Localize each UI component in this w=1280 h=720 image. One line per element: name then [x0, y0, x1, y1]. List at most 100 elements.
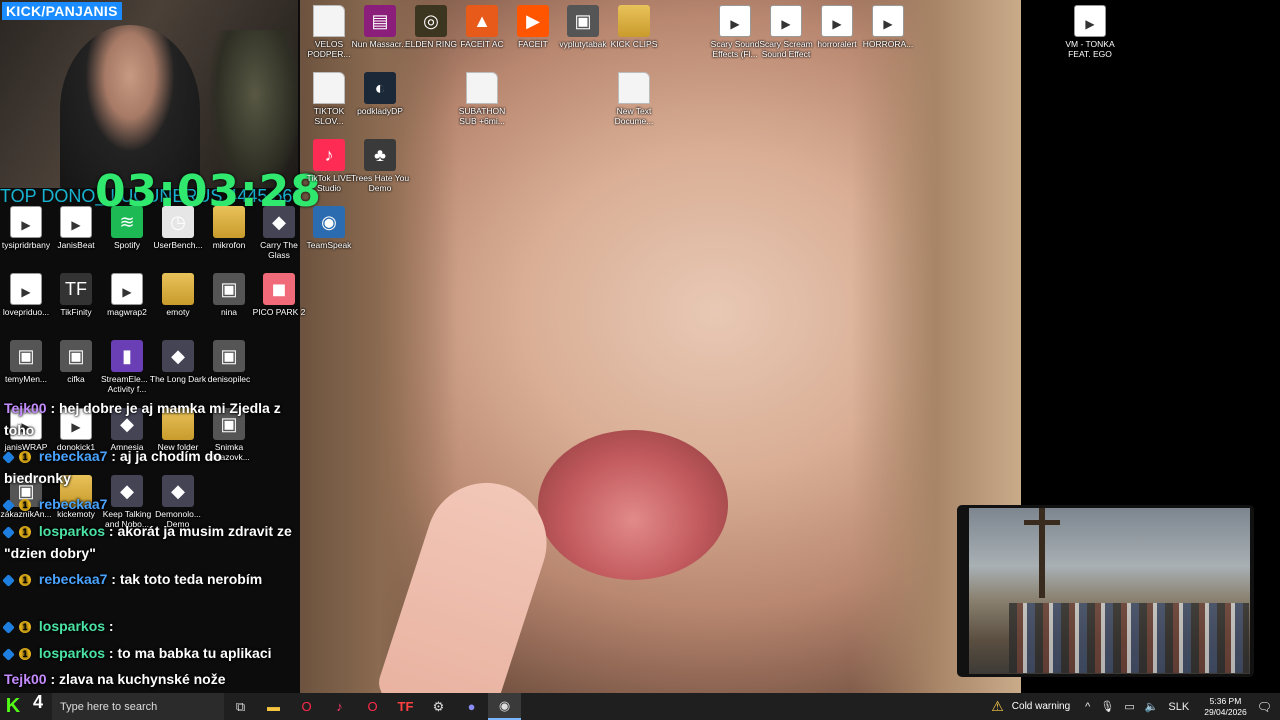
subscriber-badge-icon	[2, 450, 15, 464]
desktop-icon[interactable]: ▣ denisopilec	[199, 340, 259, 384]
image-icon: ▣	[567, 5, 599, 37]
file-explorer-icon[interactable]: ▬	[257, 693, 290, 720]
chat-text: :	[108, 618, 114, 634]
media-icon	[719, 5, 751, 37]
obs-icon[interactable]: ◉	[488, 693, 521, 720]
desktop-icon-label: VM - TONKA FEAT. EGO	[1065, 39, 1115, 59]
taskbar: K 4 Type here to search ⧉ ▬ O ♪ O TF ⚙ ●…	[0, 692, 1280, 720]
game-icon: ◆	[162, 475, 194, 507]
chat-username: losparkos	[38, 523, 106, 539]
webcam-streamer	[60, 25, 200, 188]
gift-badge-icon: 1	[19, 499, 31, 512]
gift-badge-icon: 1	[19, 648, 31, 661]
subscriber-badge-icon	[2, 573, 15, 587]
video-mouth	[538, 430, 728, 580]
folder-icon	[618, 5, 650, 37]
search-box[interactable]: Type here to search	[52, 693, 224, 720]
chevron-up-icon[interactable]: ^	[1085, 701, 1090, 713]
pip-group-of-people	[1009, 603, 1249, 673]
winrar-icon: ▤	[364, 5, 396, 37]
media-icon	[872, 5, 904, 37]
desktop-icon-label: New Text Docume...	[614, 106, 654, 126]
chat-message: 1 losparkos : to ma babka tu aplikaci	[2, 645, 272, 661]
pico-park-icon: ◼	[263, 273, 295, 305]
clock[interactable]: 5:36 PM 29/04/2026	[1204, 696, 1247, 718]
chat-text: : aj ja chodím do	[111, 448, 222, 464]
opera-icon[interactable]: O	[356, 693, 389, 720]
desktop-icon[interactable]: New Text Docume...	[604, 72, 664, 126]
desktop-icon[interactable]: ◉ TeamSpeak	[299, 206, 359, 250]
media-icon	[1074, 5, 1106, 37]
game-icon: ◆	[263, 206, 295, 238]
clock-date: 29/04/2026	[1204, 706, 1247, 717]
tikfinity-icon[interactable]: TF	[389, 693, 422, 720]
desktop-icon[interactable]: VM - TONKA FEAT. EGO	[1060, 5, 1120, 59]
chat-text: : akorát ja musim zdravit ze	[108, 523, 292, 539]
tiktok-icon: ♪	[313, 139, 345, 171]
task-view-icon[interactable]: ⧉	[224, 693, 257, 720]
webcam-plant	[210, 30, 298, 188]
tikfinity-icon: TF	[60, 273, 92, 305]
chat-username: rebeckaa7	[38, 448, 108, 464]
settings-gear-icon[interactable]: ⚙	[422, 693, 455, 720]
chat-message-continued: "dzien dobry"	[4, 545, 96, 561]
chat-message: 1 rebeckaa7 : tak toto teda nerobím	[2, 571, 263, 587]
media-icon	[60, 206, 92, 238]
picture-in-picture-window[interactable]	[957, 505, 1254, 677]
desktop-icon[interactable]: ◼ PICO PARK 2	[249, 273, 309, 317]
document-icon	[313, 72, 345, 104]
media-icon	[10, 273, 42, 305]
kick-logo-icon: K	[5, 695, 21, 717]
chat-username: rebeckaa7	[38, 496, 108, 512]
tree-icon: ♣	[364, 139, 396, 171]
document-icon	[313, 5, 345, 37]
discord-icon[interactable]: ●	[455, 693, 488, 720]
gift-badge-icon: 1	[19, 574, 31, 587]
chat-username: rebeckaa7	[38, 571, 108, 587]
spotify-icon: ≋	[111, 206, 143, 238]
gift-badge-icon: 1	[19, 451, 31, 464]
desktop-icon-label: Trees Hate You Demo	[350, 173, 410, 193]
chat-message-continued: biedronky	[4, 470, 71, 486]
notification-icon[interactable]: 🗨	[1257, 700, 1272, 714]
image-icon: ▣	[60, 340, 92, 372]
language-indicator[interactable]: SLK	[1168, 701, 1189, 713]
gift-badge-icon: 1	[19, 526, 31, 539]
desktop-icon-label: TeamSpeak	[306, 240, 352, 250]
network-icon[interactable]: ▭	[1124, 700, 1134, 713]
desktop-icon[interactable]: ◆ Demonolo... Demo	[148, 475, 208, 529]
desktop-icon-label: SUBATHON SUB +6mi...	[458, 106, 506, 126]
teamspeak-icon: ◉	[313, 206, 345, 238]
chat-text: : zlava na kuchynské nože	[50, 671, 226, 687]
weather-widget[interactable]: ⚠ Cold warning	[991, 698, 1070, 715]
folder-icon	[213, 206, 245, 238]
chat-message: 1 losparkos : akorát ja musim zdravit ze	[2, 523, 292, 539]
weather-text: Cold warning	[1011, 701, 1071, 712]
media-icon	[821, 5, 853, 37]
document-icon	[618, 72, 650, 104]
subscriber-badge-icon	[2, 498, 15, 512]
subscriber-badge-icon	[2, 647, 15, 661]
desktop-icon[interactable]: HORRORA...	[858, 5, 918, 49]
media-icon	[10, 206, 42, 238]
system-tray: ^ 🎙 ▭ 🔈 SLK	[1080, 700, 1194, 714]
image-icon: ▣	[213, 340, 245, 372]
chat-username: Tejk00	[4, 400, 47, 416]
desktop-icon[interactable]: KICK CLIPS	[604, 5, 664, 49]
crucifix-shape	[1024, 520, 1060, 525]
media-icon	[111, 273, 143, 305]
volume-icon[interactable]: 🔈	[1145, 700, 1159, 713]
desktop-icon-label: HORRORA...	[862, 39, 914, 49]
opera-gx-icon[interactable]: O	[290, 693, 323, 720]
chat-text: : tak toto teda nerobím	[111, 571, 263, 587]
desktop-icon[interactable]: ◐ podkladyDP	[350, 72, 410, 116]
streamelements-icon: ▮	[111, 340, 143, 372]
pip-image	[969, 508, 1250, 674]
document-icon	[466, 72, 498, 104]
desktop-icon[interactable]: ♣ Trees Hate You Demo	[350, 139, 410, 193]
userbenchmark-icon: ◷	[162, 206, 194, 238]
warning-icon: ⚠	[991, 698, 1004, 714]
tiktok-studio-icon[interactable]: ♪	[323, 693, 356, 720]
desktop-icon[interactable]: SUBATHON SUB +6mi...	[452, 72, 512, 126]
microphone-icon[interactable]: 🎙	[1100, 700, 1114, 713]
